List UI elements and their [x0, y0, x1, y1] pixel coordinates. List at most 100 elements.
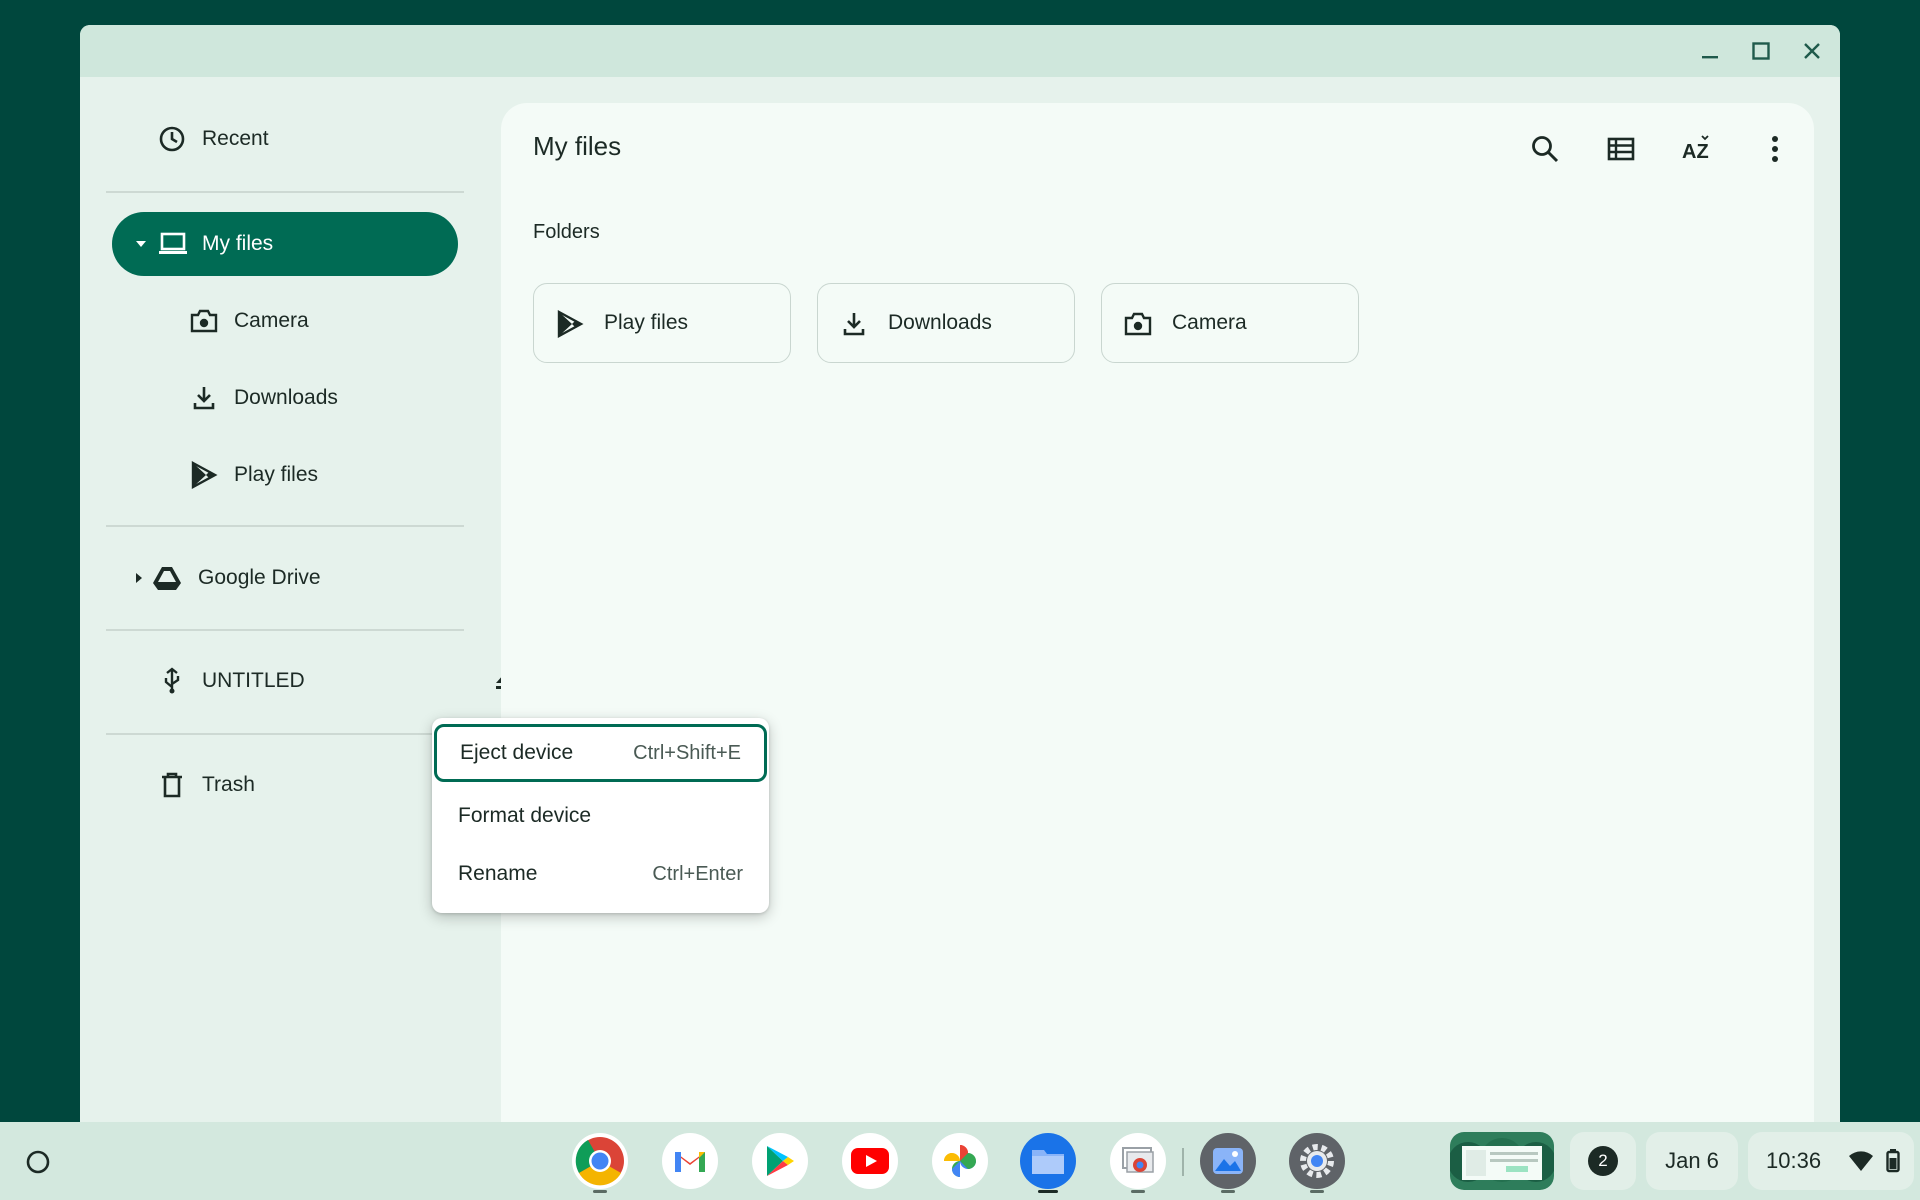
- running-indicator: [1131, 1190, 1145, 1193]
- status-area[interactable]: 10:36: [1748, 1132, 1914, 1190]
- folder-label: Downloads: [888, 311, 992, 334]
- sidebar-item-downloads[interactable]: Downloads: [190, 366, 458, 430]
- chrome-icon: [575, 1137, 624, 1186]
- search-button[interactable]: [1521, 125, 1569, 173]
- menu-item-label: Eject device: [460, 741, 574, 764]
- menu-item-rename[interactable]: Rename Ctrl+Enter: [432, 845, 769, 903]
- maximize-icon: [1752, 42, 1770, 60]
- sidebar-item-label: UNTITLED: [202, 669, 305, 692]
- svg-text:AZ: AZ: [1682, 141, 1709, 163]
- running-indicator: [1221, 1190, 1235, 1193]
- photos-app[interactable]: [932, 1133, 988, 1189]
- play-files-icon: [191, 461, 218, 489]
- files-folder-icon: [1032, 1150, 1064, 1174]
- gallery-app[interactable]: [1200, 1133, 1256, 1193]
- sidebar-item-my-files[interactable]: My files: [112, 212, 458, 276]
- settings-gear-icon: [1300, 1144, 1334, 1178]
- launcher-icon: [26, 1150, 50, 1174]
- laptop-icon: [159, 232, 187, 254]
- sidebar-item-label: Google Drive: [198, 566, 321, 589]
- desk-preview[interactable]: [1450, 1132, 1554, 1190]
- screen-capture-icon: [1122, 1147, 1154, 1173]
- play-store-icon: [767, 1146, 794, 1176]
- sidebar-item-label: Trash: [202, 773, 255, 796]
- desk-thumbnail-icon: [1450, 1132, 1554, 1190]
- minimize-button[interactable]: [1692, 33, 1728, 69]
- menu-item-shortcut: Ctrl+Enter: [652, 862, 743, 885]
- minimize-icon: [1702, 56, 1718, 59]
- running-indicator: [1310, 1190, 1324, 1193]
- gallery-icon: [1213, 1148, 1243, 1174]
- screen-capture-app[interactable]: [1110, 1133, 1166, 1193]
- divider: [106, 733, 464, 735]
- folder-card-camera[interactable]: Camera: [1101, 283, 1359, 363]
- maximize-button[interactable]: [1743, 33, 1779, 69]
- folder-label: Play files: [604, 311, 689, 334]
- active-indicator: [1038, 1190, 1058, 1193]
- context-menu: Eject device Ctrl+Shift+E Format device …: [432, 718, 769, 913]
- search-icon: [1532, 136, 1559, 163]
- gmail-app[interactable]: [662, 1133, 718, 1189]
- sidebar-item-label: Camera: [234, 309, 309, 332]
- more-vert-icon: [1772, 136, 1778, 162]
- camera-icon: [190, 309, 218, 333]
- divider: [106, 629, 464, 631]
- list-view-button[interactable]: [1597, 125, 1645, 173]
- caret-down-icon[interactable]: [134, 237, 148, 251]
- close-button[interactable]: [1794, 33, 1830, 69]
- camera-icon: [1124, 312, 1152, 336]
- chrome-app[interactable]: [572, 1133, 628, 1193]
- section-heading-folders: Folders: [533, 221, 600, 243]
- sidebar-item-camera[interactable]: Camera: [190, 289, 458, 353]
- sidebar-item-trash[interactable]: Trash: [158, 753, 458, 817]
- download-icon: [193, 387, 215, 410]
- shelf: 2 Jan 6 10:36: [0, 1122, 1920, 1200]
- files-app-window: Recent My files Camera Downloads Play fi…: [80, 25, 1840, 1125]
- play-store-app[interactable]: [752, 1133, 808, 1189]
- youtube-app[interactable]: [842, 1133, 898, 1189]
- launcher-button[interactable]: [10, 1134, 66, 1190]
- list-view-icon: [1607, 137, 1635, 161]
- clock-icon: [159, 126, 185, 152]
- sidebar-item-untitled[interactable]: UNTITLED: [158, 649, 512, 713]
- menu-item-format-device[interactable]: Format device: [432, 787, 769, 845]
- divider: [106, 525, 464, 527]
- clock-label: 10:36: [1766, 1148, 1822, 1173]
- photos-icon: [944, 1145, 976, 1177]
- menu-item-label: Rename: [458, 862, 538, 885]
- wifi-icon: [1849, 1151, 1873, 1171]
- sidebar-item-label: My files: [202, 232, 274, 255]
- more-options-button[interactable]: [1751, 125, 1799, 173]
- notification-count-badge: 2: [1588, 1146, 1618, 1176]
- download-icon: [843, 313, 865, 336]
- sidebar-item-google-drive[interactable]: Google Drive: [132, 546, 458, 610]
- caret-right-icon[interactable]: [132, 571, 146, 585]
- folder-card-downloads[interactable]: Downloads: [817, 283, 1075, 363]
- sort-button[interactable]: AZ: [1674, 125, 1722, 173]
- divider: [106, 191, 464, 193]
- sidebar-item-recent[interactable]: Recent: [158, 107, 458, 171]
- google-drive-icon: [153, 567, 181, 590]
- play-files-icon: [557, 310, 584, 338]
- sidebar-item-label: Recent: [202, 127, 269, 150]
- title-bar[interactable]: [80, 25, 1840, 77]
- usb-icon: [164, 667, 180, 694]
- trash-icon: [162, 772, 182, 798]
- notification-center[interactable]: 2: [1570, 1132, 1636, 1190]
- main-panel: My files AZ Folders Play files Downloads…: [501, 103, 1814, 1125]
- date-label: Jan 6: [1665, 1148, 1719, 1173]
- menu-item-eject-device[interactable]: Eject device Ctrl+Shift+E: [434, 724, 767, 782]
- page-title: My files: [533, 131, 622, 161]
- files-app[interactable]: [1020, 1133, 1076, 1193]
- close-icon: [1804, 43, 1820, 59]
- menu-item-label: Format device: [458, 804, 592, 827]
- sidebar-item-label: Downloads: [234, 386, 338, 409]
- folder-label: Camera: [1172, 311, 1247, 334]
- sort-az-icon: AZ: [1682, 135, 1709, 163]
- battery-icon: [1886, 1149, 1900, 1173]
- sidebar-item-play-files[interactable]: Play files: [190, 443, 458, 507]
- folder-card-play-files[interactable]: Play files: [533, 283, 791, 363]
- settings-app[interactable]: [1289, 1133, 1345, 1193]
- date-button[interactable]: Jan 6: [1646, 1132, 1738, 1190]
- running-indicator: [593, 1190, 607, 1193]
